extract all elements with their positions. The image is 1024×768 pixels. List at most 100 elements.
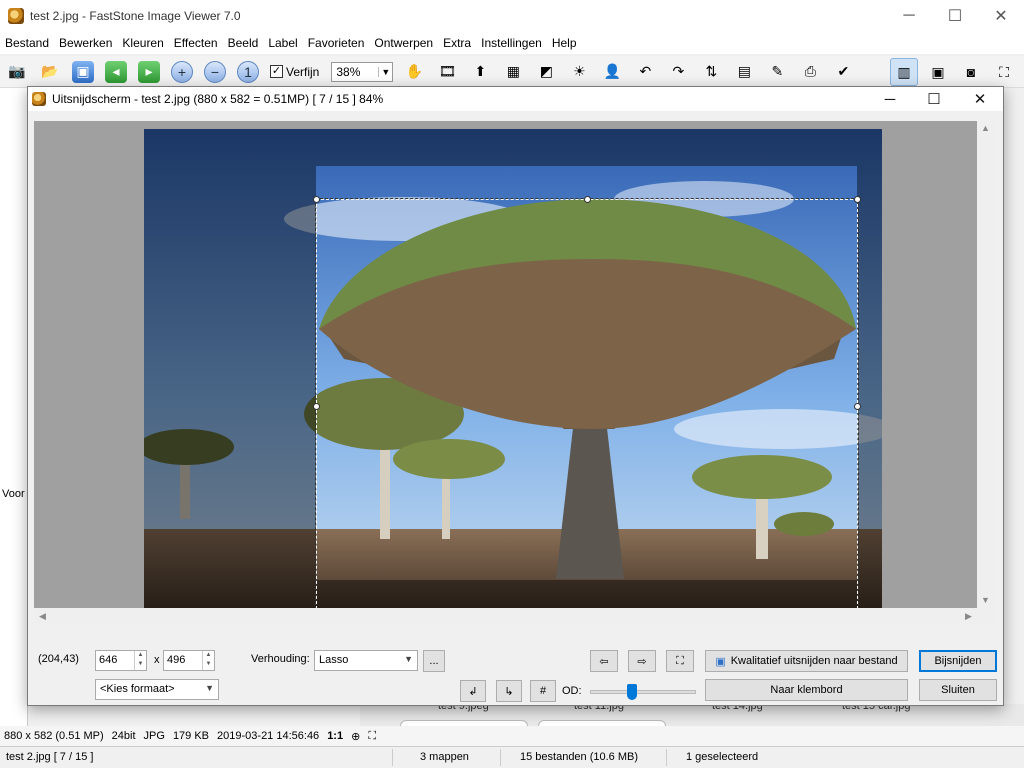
dimension-separator: x (154, 654, 160, 666)
fullscreen-small-icon[interactable]: ⛶ (368, 730, 376, 743)
move-right-button[interactable]: ⇨ (628, 650, 656, 672)
select-all-button[interactable]: ⛶ (666, 650, 694, 672)
chevron-down-icon[interactable]: ▼ (404, 654, 413, 664)
hand-tool-icon[interactable]: ✋ (403, 61, 425, 83)
smooth-checkbox-box[interactable]: ✓ (270, 65, 283, 78)
zoom-select[interactable]: 38% ▼ (331, 61, 394, 82)
crop-icon[interactable]: ▦ (502, 61, 524, 83)
menu-bestand[interactable]: Bestand (0, 36, 54, 50)
next-icon[interactable]: ▸ (138, 60, 160, 83)
ratio-select[interactable]: Lasso ▼ (314, 650, 418, 671)
dialog-minimize-button[interactable]: ─ (868, 87, 912, 111)
smooth-checkbox[interactable]: ✓ Verfijn (270, 65, 319, 79)
crop-selection[interactable] (313, 196, 861, 617)
height-stepper[interactable]: ▲ ▼ (202, 651, 214, 670)
menu-bewerken[interactable]: Bewerken (54, 36, 117, 50)
rotate-left-icon: ↲ (468, 685, 478, 698)
menu-help[interactable]: Help (547, 36, 582, 50)
chevron-down-icon[interactable]: ▼ (205, 683, 214, 693)
vertical-scrollbar[interactable]: ▲ ▼ (977, 121, 994, 625)
grid-button[interactable]: # (530, 680, 556, 702)
height-input[interactable]: 496 ▲ ▼ (163, 650, 215, 671)
actual-size-icon[interactable]: 1 (237, 60, 259, 83)
crop-viewport[interactable]: ▲ ▼ ◀ ▶ (34, 121, 994, 625)
status-folders: 3 mappen (420, 751, 469, 763)
crop-handle-top[interactable] (584, 196, 591, 203)
layout-3-icon[interactable]: ◙ (957, 58, 985, 86)
menu-kleuren[interactable]: Kleuren (117, 36, 168, 50)
crop-handle-right[interactable] (854, 403, 861, 410)
draw-icon[interactable]: ✎ (766, 61, 788, 83)
flip-icon[interactable]: ⇅ (700, 61, 722, 83)
menu-favorieten[interactable]: Favorieten (303, 36, 370, 50)
close-dialog-button[interactable]: Sluiten (919, 679, 997, 701)
info-ratio: 1:1 (327, 730, 344, 742)
menu-instellingen[interactable]: Instellingen (476, 36, 547, 50)
previous-icon[interactable]: ◂ (105, 60, 127, 83)
save-icon[interactable]: ▣ (72, 60, 94, 83)
fit-icon[interactable]: ⊕ (351, 730, 360, 743)
slideshow-icon[interactable]: ▤ (733, 61, 755, 83)
window-titlebar: test 2.jpg - FastStone Image Viewer 7.0 (0, 0, 1024, 32)
rotate-right-icon[interactable]: ↷ (667, 61, 689, 83)
brightness-icon[interactable]: ☀ (568, 61, 590, 83)
crop-handle-left[interactable] (313, 403, 320, 410)
menu-bar: Bestand Bewerken Kleuren Effecten Beeld … (0, 32, 1024, 54)
save-crop-label: Kwalitatief uitsnijden naar bestand (730, 655, 898, 667)
menu-extra[interactable]: Extra (438, 36, 476, 50)
scroll-up-icon[interactable]: ▲ (977, 123, 994, 133)
dialog-maximize-button[interactable]: ☐ (912, 87, 956, 111)
chevron-down-icon[interactable]: ▼ (378, 66, 392, 77)
fullscreen-icon[interactable]: ⛶ (990, 58, 1018, 86)
crop-button[interactable]: Bijsnijden (919, 650, 997, 672)
crop-handle-top-left[interactable] (313, 196, 320, 203)
scroll-left-icon[interactable]: ◀ (34, 611, 51, 622)
dialog-close-button[interactable]: ✕ (958, 87, 1002, 111)
main-toolbar: 📷 📂 ▣ ◂ ▸ + − 1 ✓ Verfijn 38% ▼ ✋ 🎞 ⬆ ▦ … (0, 56, 1024, 88)
status-bar: test 2.jpg [ 7 / 15 ] 3 mappen 15 bestan… (0, 746, 1024, 768)
filmstrip-icon[interactable]: 🎞 (436, 61, 458, 83)
rotate-right-button[interactable]: ↳ (496, 680, 522, 702)
format-select[interactable]: <Kies formaat> ▼ (95, 679, 219, 700)
width-stepper[interactable]: ▲ ▼ (134, 651, 146, 670)
save-crop-to-file-button[interactable]: ▣ Kwalitatief uitsnijden naar bestand (705, 650, 908, 672)
open-folder-icon[interactable]: 📂 (39, 61, 61, 83)
scroll-down-icon[interactable]: ▼ (977, 595, 994, 605)
ratio-select-value: Lasso (319, 654, 349, 666)
settings-icon[interactable]: ✔ (832, 61, 854, 83)
menu-effecten[interactable]: Effecten (169, 36, 223, 50)
menu-beeld[interactable]: Beeld (223, 36, 264, 50)
maximize-button[interactable]: ☐ (932, 0, 978, 32)
opacity-slider-thumb[interactable] (627, 684, 637, 700)
move-left-button[interactable]: ⇦ (590, 650, 618, 672)
crop-handle-top-right[interactable] (854, 196, 861, 203)
close-button[interactable]: ✕ (978, 0, 1024, 32)
zoom-out-icon[interactable]: − (204, 60, 226, 83)
ratio-options-button[interactable]: ... (423, 650, 445, 672)
save-icon: ▣ (715, 655, 726, 668)
layout-2-icon[interactable]: ▣ (924, 58, 952, 86)
dialog-titlebar: Uitsnijdscherm - test 2.jpg (880 x 582 =… (28, 87, 1003, 111)
crop-dialog: Uitsnijdscherm - test 2.jpg (880 x 582 =… (27, 86, 1004, 706)
zoom-in-icon[interactable]: + (171, 60, 193, 83)
print-icon[interactable]: ⎙ (799, 61, 821, 83)
scroll-right-icon[interactable]: ▶ (960, 611, 977, 622)
layout-1-icon[interactable]: ▥ (890, 58, 918, 86)
color-balance-icon[interactable]: ◩ (535, 61, 557, 83)
height-value: 496 (167, 654, 186, 666)
rotate-left-button[interactable]: ↲ (460, 680, 486, 702)
status-divider (500, 749, 501, 766)
width-input[interactable]: 646 ▲ ▼ (95, 650, 147, 671)
camera-icon[interactable]: 📷 (6, 61, 28, 83)
copy-to-clipboard-button[interactable]: Naar klembord (705, 679, 908, 701)
resize-icon[interactable]: ⬆ (469, 61, 491, 83)
minimize-button[interactable]: ─ (886, 0, 932, 32)
opacity-slider[interactable] (590, 684, 696, 700)
menu-label[interactable]: Label (263, 36, 302, 50)
rotate-left-icon[interactable]: ↶ (634, 61, 656, 83)
user-icon[interactable]: 👤 (601, 61, 623, 83)
width-value: 646 (99, 654, 118, 666)
menu-ontwerpen[interactable]: Ontwerpen (369, 36, 438, 50)
horizontal-scrollbar[interactable]: ◀ ▶ (34, 608, 977, 625)
folder-tree-panel: Voor (0, 88, 28, 728)
